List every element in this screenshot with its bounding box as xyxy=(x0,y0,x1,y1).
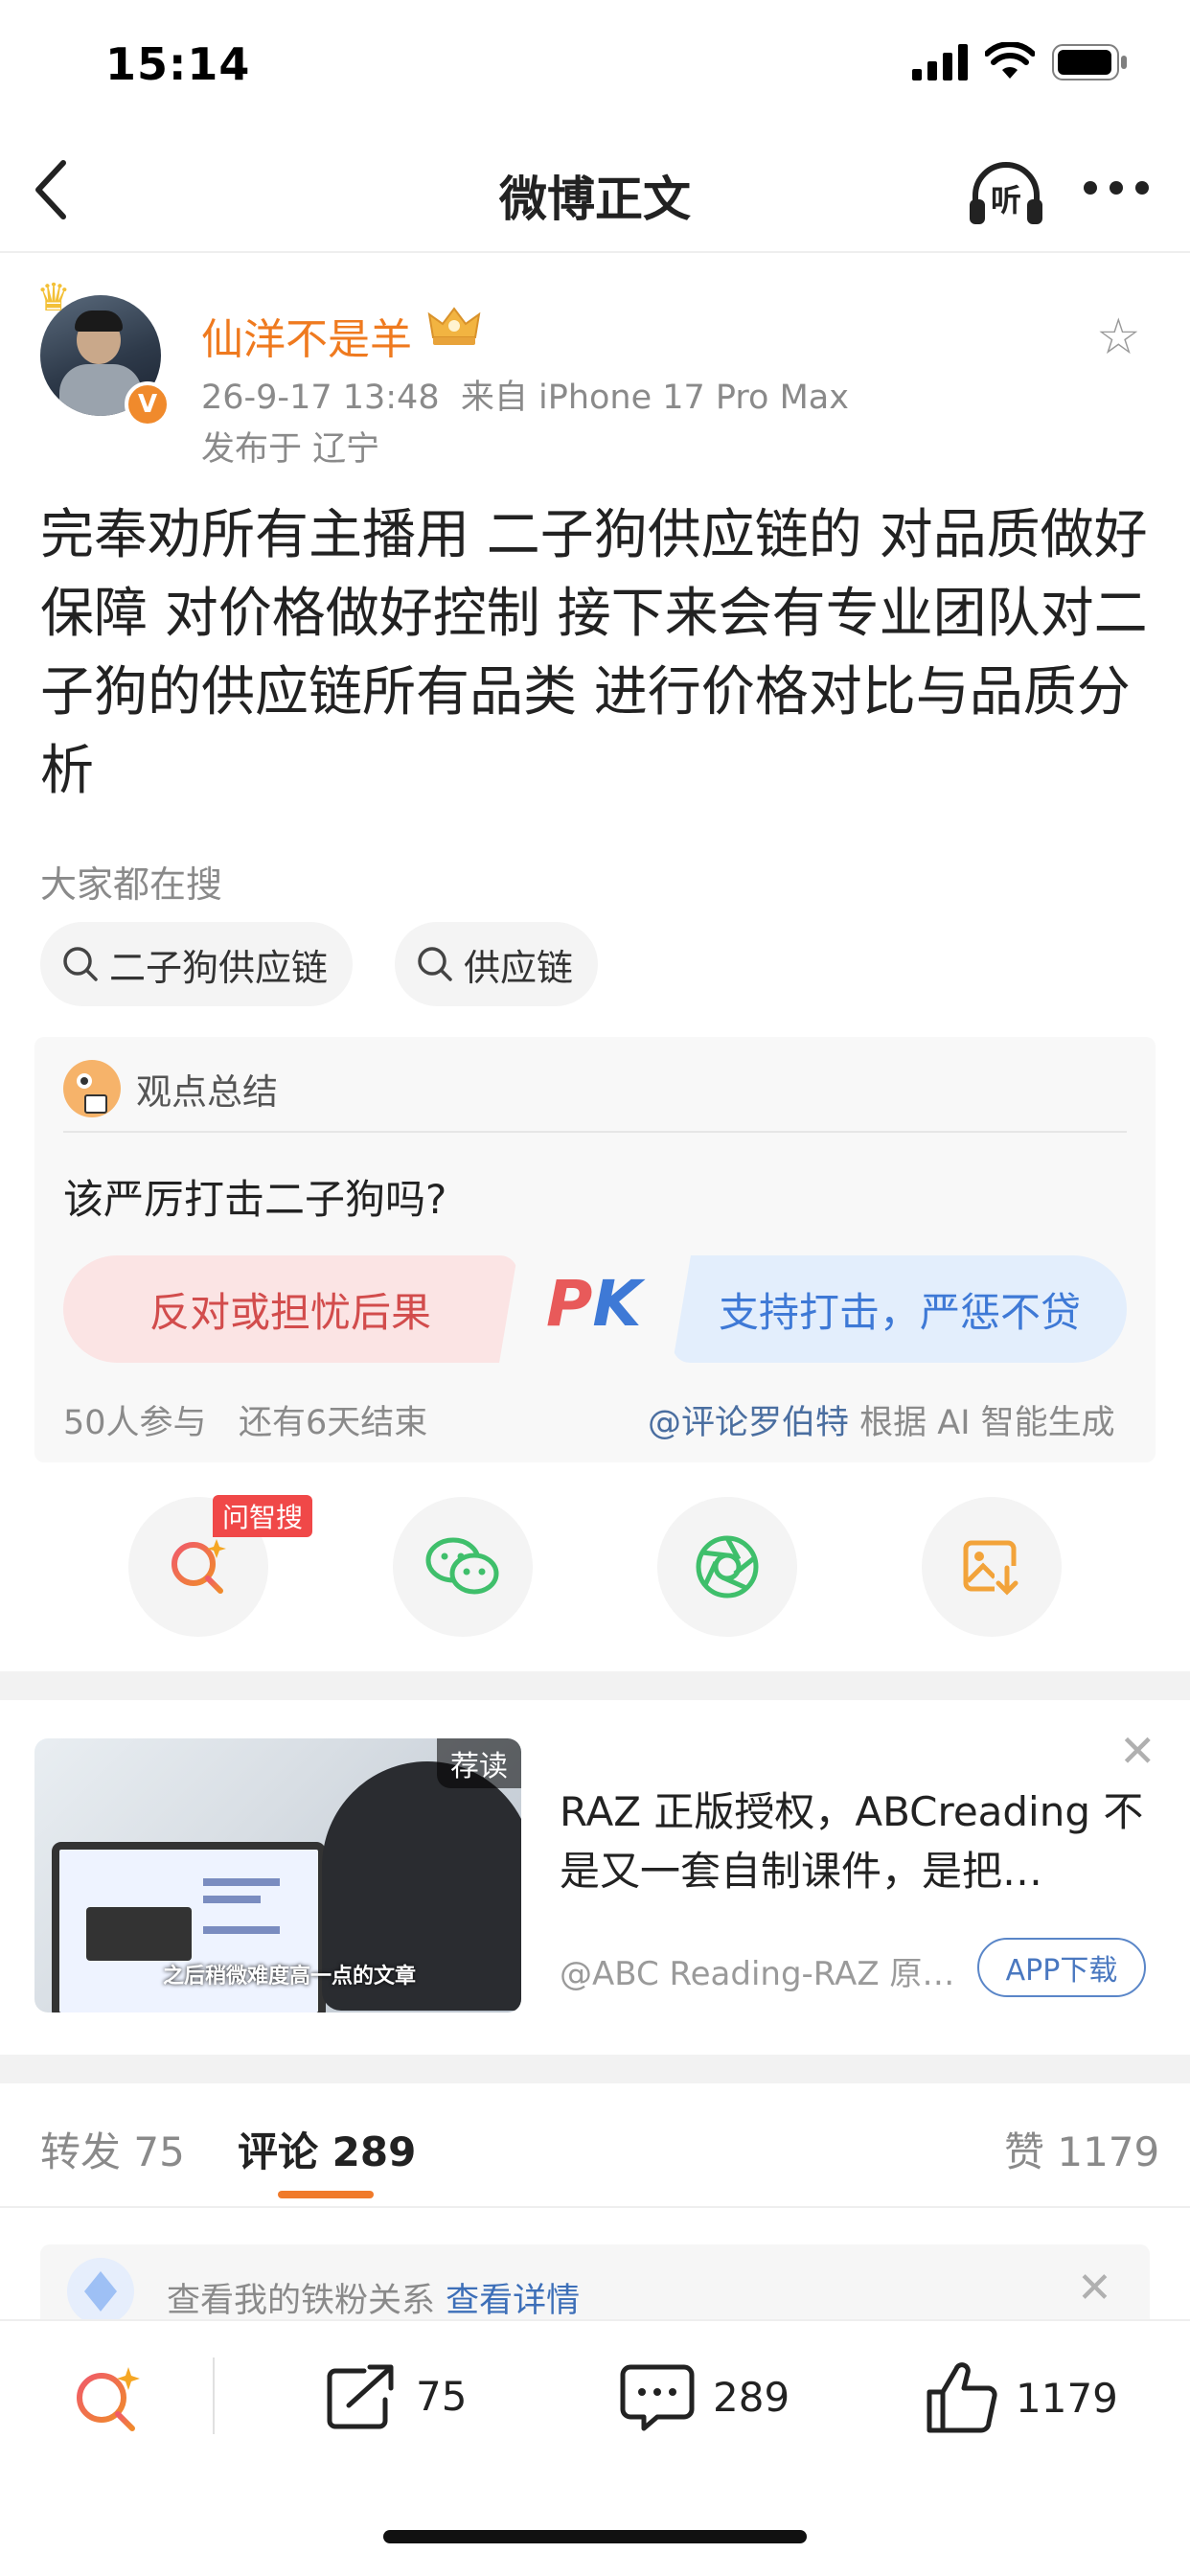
tab-comment[interactable]: 评论 289 xyxy=(238,2120,416,2178)
fan-detail-link[interactable]: 查看详情 xyxy=(446,2282,580,2320)
moments-share-button[interactable] xyxy=(657,1497,797,1637)
search-icon xyxy=(418,947,452,981)
battery-icon xyxy=(1052,44,1127,80)
search-section-title: 大家都在搜 xyxy=(40,863,223,906)
app-download-button[interactable]: APP下载 xyxy=(977,1938,1146,1997)
comment-button[interactable]: 289 xyxy=(619,2361,790,2432)
card-divider xyxy=(63,1131,1127,1133)
ad-title[interactable]: RAZ 正版授权，ABCreading 不是又一套自制课件，是把… xyxy=(560,1782,1144,1901)
save-image-icon xyxy=(963,1540,1019,1596)
member-crown-icon xyxy=(427,307,481,345)
fan-relation-text: 查看我的铁粉关系 查看详情 xyxy=(167,2273,580,2322)
tab-like[interactable]: 赞 1179 xyxy=(1004,2120,1159,2178)
verified-badge: V xyxy=(125,381,171,427)
pk-label: PK xyxy=(546,1267,642,1341)
ai-search-icon xyxy=(172,1539,226,1594)
ad-tag: 荐读 xyxy=(437,1738,521,1788)
time-remaining: 还有6天结束 xyxy=(238,1404,428,1442)
wechat-icon xyxy=(425,1537,499,1595)
ad-source: @ABC Reading-RAZ 原… xyxy=(560,1955,955,1993)
fan-diamond-icon xyxy=(67,2258,134,2325)
fan-close-icon[interactable]: ✕ xyxy=(1077,2264,1112,2312)
status-time: 15:14 xyxy=(105,38,251,90)
credit-suffix: 根据 AI 智能生成 xyxy=(859,1404,1115,1442)
support-button[interactable]: 支持打击，严惩不贷 xyxy=(673,1255,1127,1363)
search-chip-label: 供应链 xyxy=(464,946,574,989)
search-chip[interactable]: 供应链 xyxy=(395,922,599,1006)
thumbs-up-icon xyxy=(927,2362,997,2433)
search-chip[interactable]: 二子狗供应链 xyxy=(40,922,354,1006)
post-timestamp: 26-9-17 13:48 xyxy=(201,379,440,417)
active-tab-indicator xyxy=(278,2191,374,2198)
oppose-button[interactable]: 反对或担忧后果 xyxy=(63,1255,517,1363)
wechat-share-button[interactable] xyxy=(393,1497,533,1637)
credit-link[interactable]: @评论罗伯特 xyxy=(648,1404,849,1442)
ad-image[interactable]: 荐读 之后稍微难度高一点的文章 xyxy=(34,1738,521,2012)
comment-icon xyxy=(620,2364,695,2431)
post-body: 完奉劝所有主播用 二子狗供应链的 对品质做好保障 对价格做好控制 接下来会有专业… xyxy=(40,504,1148,802)
like-button[interactable]: 1179 xyxy=(926,2361,1118,2434)
section-separator xyxy=(0,1671,1190,1700)
save-image-button[interactable] xyxy=(922,1497,1062,1637)
favorite-star-icon[interactable]: ☆ xyxy=(1096,309,1141,366)
ai-search-bottom-icon[interactable] xyxy=(71,2363,144,2436)
search-chip-label: 二子狗供应链 xyxy=(109,946,329,989)
home-indicator xyxy=(383,2530,807,2543)
crown-icon: ♛ xyxy=(36,276,71,320)
moments-aperture-icon xyxy=(696,1535,759,1598)
author-name[interactable]: 仙洋不是羊 xyxy=(201,305,412,366)
post-location: 发布于 辽宁 xyxy=(201,430,380,469)
post-meta: 26-9-17 13:48 来自 iPhone 17 Pro Max xyxy=(201,370,849,419)
listen-label: 听 xyxy=(991,182,1022,218)
search-icon xyxy=(63,947,98,981)
mascot-icon xyxy=(63,1060,121,1117)
repost-button[interactable]: 75 xyxy=(326,2361,467,2430)
repost-count: 75 xyxy=(416,2372,468,2420)
participants-count: 50人参与 xyxy=(63,1404,207,1442)
post-source: 来自 iPhone 17 Pro Max xyxy=(460,379,849,417)
tab-divider xyxy=(0,2206,1190,2208)
section-separator xyxy=(0,2055,1190,2083)
bottom-divider xyxy=(213,2358,215,2434)
listen-button[interactable]: 听 xyxy=(966,157,1046,226)
opinion-question: 该严厉打击二子狗吗? xyxy=(63,1176,447,1223)
header-divider xyxy=(0,251,1190,253)
comment-count: 289 xyxy=(713,2373,790,2421)
fan-relation-label: 查看我的铁粉关系 xyxy=(167,2282,436,2320)
more-icon[interactable] xyxy=(1083,178,1150,197)
repost-icon xyxy=(327,2364,394,2429)
opinion-credit: @评论罗伯特 根据 AI 智能生成 xyxy=(648,1395,1115,1444)
opinion-stats: 50人参与 还有6天结束 xyxy=(63,1395,427,1444)
opinion-card-title: 观点总结 xyxy=(136,1071,278,1113)
signal-icon xyxy=(912,44,968,80)
tab-repost[interactable]: 转发 75 xyxy=(40,2120,185,2178)
ai-search-tag: 问智搜 xyxy=(213,1495,313,1537)
wifi-icon xyxy=(985,42,1035,79)
like-count: 1179 xyxy=(1016,2374,1118,2422)
ad-caption: 之后稍微难度高一点的文章 xyxy=(163,1965,417,1989)
ad-close-icon[interactable]: ✕ xyxy=(1119,1725,1156,1777)
opinion-card-header: 观点总结 xyxy=(63,1060,278,1117)
